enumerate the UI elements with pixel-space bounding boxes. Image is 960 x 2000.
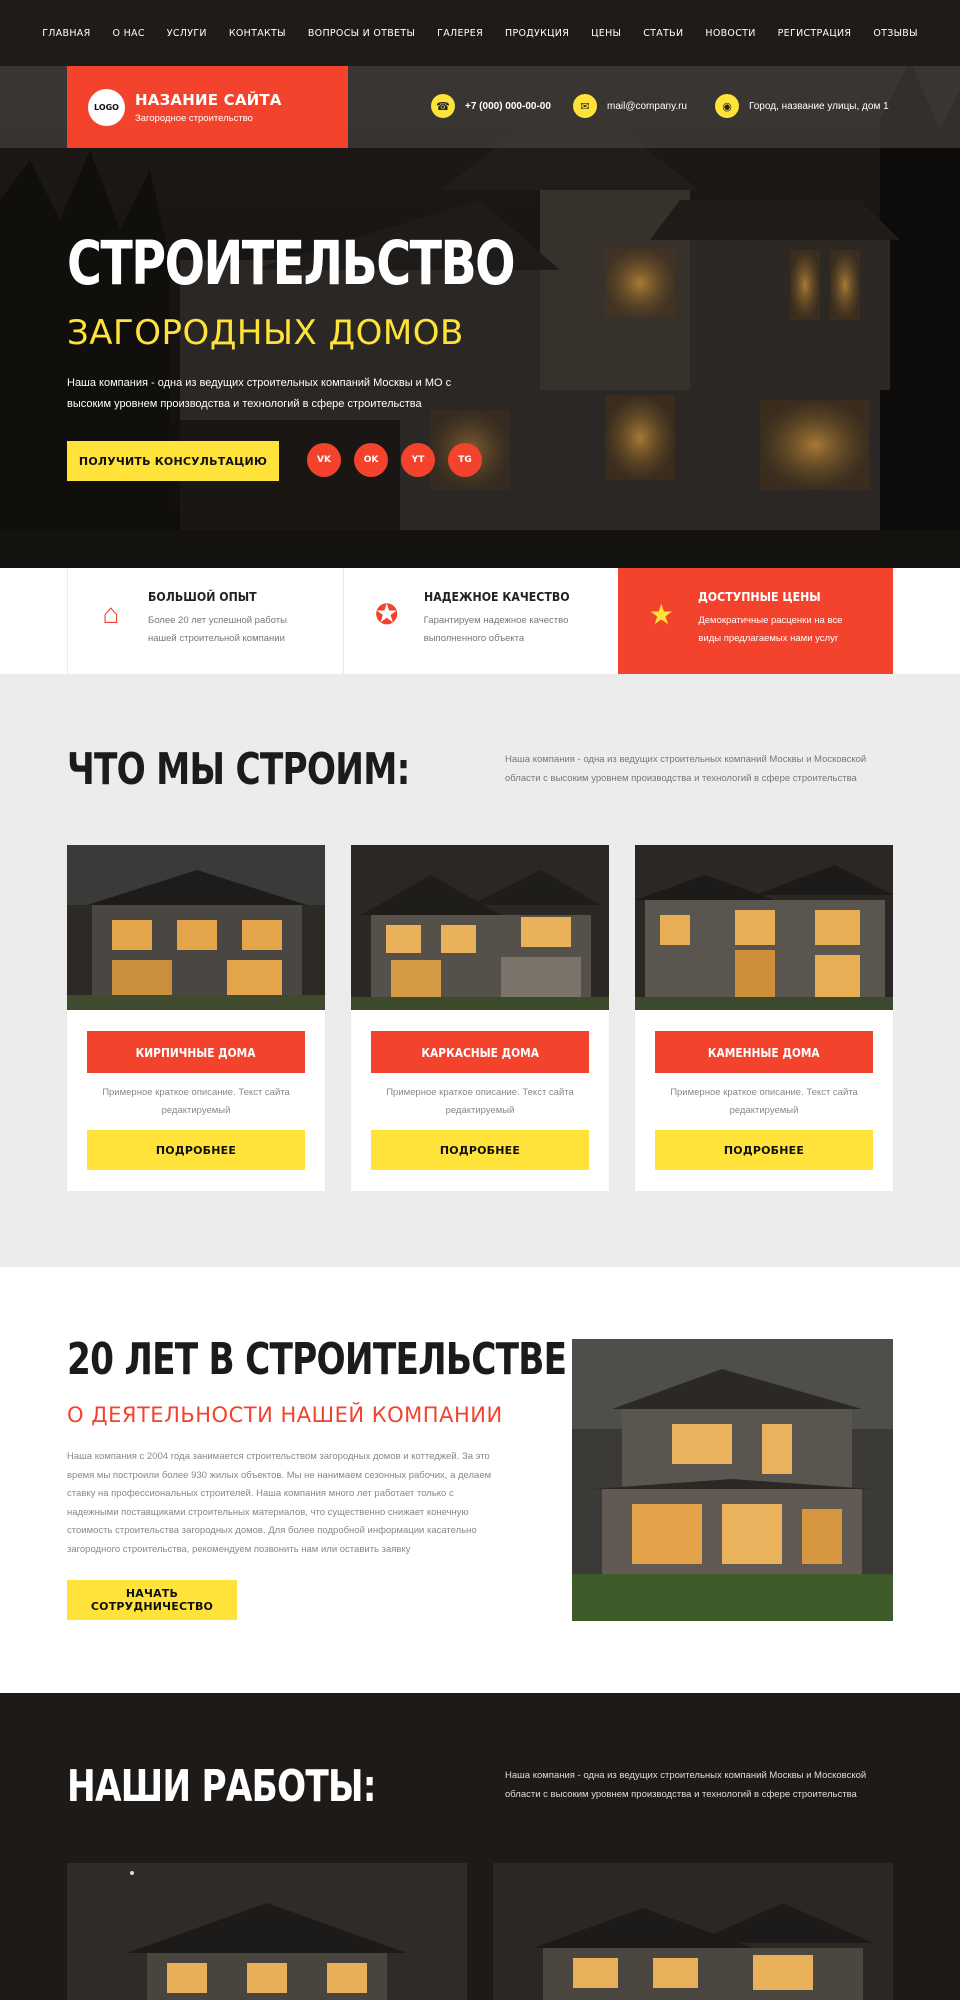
mail-icon: ✉ [573, 94, 597, 118]
phone-number: +7 (000) 000-00-00 [465, 100, 551, 112]
nav-item-about[interactable]: О нас [102, 28, 156, 39]
house-icon: ⌂ [102, 598, 120, 629]
nav-item-gallery[interactable]: Галерея [426, 28, 494, 39]
hero-title: СТРОИТЕЛЬСТВО [67, 228, 516, 299]
house-type-label: КАРКАСНЫЕ ДОМА [371, 1031, 589, 1073]
feature-title: БОЛЬШОЙ ОПЫТ [148, 589, 257, 604]
section-subtitle: О ДЕЯТЕЛЬНОСТИ НАШЕЙ КОМПАНИИ [67, 1403, 503, 1427]
award-icon: ✪ [374, 598, 399, 630]
nav-item-news[interactable]: Новости [694, 28, 766, 39]
more-button[interactable]: ПОДРОБНЕЕ [371, 1130, 589, 1170]
start-cooperation-button[interactable]: НАЧАТЬ СОТРУДНИЧЕСТВО [67, 1580, 237, 1620]
page: Главная О нас Услуги Контакты Вопросы и … [0, 0, 960, 2000]
feature-quality: ✪ НАДЕЖНОЕ КАЧЕСТВО Гарантируем надежное… [342, 568, 619, 674]
card-stone-houses: КАМЕННЫЕ ДОМА Примерное краткое описание… [635, 845, 893, 1191]
site-name: НАЗАНИЕ САЙТА [135, 90, 282, 109]
logo: LOGO [88, 88, 125, 126]
nav-item-contacts[interactable]: Контакты [218, 28, 297, 39]
get-consultation-button[interactable]: ПОЛУЧИТЬ КОНСУЛЬТАЦИЮ [67, 441, 279, 481]
stone-house-image [635, 845, 893, 1010]
features-strip: ⌂ БОЛЬШОЙ ОПЫТ Более 20 лет успешной раб… [67, 568, 894, 674]
feature-experience: ⌂ БОЛЬШОЙ ОПЫТ Более 20 лет успешной раб… [67, 568, 343, 674]
card-description: Примерное краткое описание. Текст сайта … [670, 1087, 858, 1116]
section-description: Наша компания - одна из ведущих строител… [505, 754, 867, 784]
site-tagline: Загородное строительство [135, 112, 253, 124]
section-title: НАШИ РАБОТЫ: [67, 1761, 377, 1812]
nav-item-prices[interactable]: Цены [580, 28, 632, 39]
card-description: Примерное краткое описание. Текст сайта … [386, 1087, 574, 1116]
section-title: 20 ЛЕТ В СТРОИТЕЛЬСТВЕ [67, 1334, 567, 1385]
phone-icon: ☎ [431, 94, 455, 118]
section-title: ЧТО МЫ СТРОИМ: [67, 744, 410, 795]
about-company-section: 20 ЛЕТ В СТРОИТЕЛЬСТВЕ О ДЕЯТЕЛЬНОСТИ НА… [0, 1267, 960, 1693]
location-icon: ◉ [715, 94, 739, 118]
feature-title: ДОСТУПНЫЕ ЦЕНЫ [698, 589, 822, 604]
site-logo-block[interactable]: LOGO НАЗАНИЕ САЙТА Загородное строительс… [67, 66, 348, 148]
work-image[interactable] [493, 1863, 893, 2000]
nav-item-home[interactable]: Главная [31, 28, 101, 39]
feature-prices: ★ ДОСТУПНЫЕ ЦЕНЫ Демократичные расценки … [618, 568, 894, 674]
card-brick-houses: КИРПИЧНЫЕ ДОМА Примерное краткое описани… [67, 845, 325, 1191]
more-button[interactable]: ПОДРОБНЕЕ [87, 1130, 305, 1170]
hero-subtitle: ЗАГОРОДНЫХ ДОМОВ [67, 313, 464, 353]
about-house-image [572, 1339, 893, 1621]
header-address: ◉ Город, название улицы, дом 1 [715, 94, 889, 118]
money-bag-icon: ★ [648, 598, 674, 630]
what-we-build-section: ЧТО МЫ СТРОИМ: Наша компания - одна из в… [0, 674, 960, 1267]
card-description: Примерное краткое описание. Текст сайта … [102, 1087, 290, 1116]
about-text: Наша компания с 2004 года занимается стр… [67, 1451, 492, 1555]
feature-title: НАДЕЖНОЕ КАЧЕСТВО [423, 589, 570, 604]
house-type-label: КАМЕННЫЕ ДОМА [655, 1031, 873, 1073]
nav-item-registration[interactable]: Регистрация [767, 28, 863, 39]
house-types-cards: КИРПИЧНЫЕ ДОМА Примерное краткое описани… [67, 845, 893, 1191]
youtube-icon[interactable]: YT [401, 443, 435, 477]
header-phone[interactable]: ☎ +7 (000) 000-00-00 [431, 94, 551, 118]
nav-item-reviews[interactable]: Отзывы [862, 28, 928, 39]
brick-house-image [67, 845, 325, 1010]
nav-item-products[interactable]: Продукция [494, 28, 580, 39]
card-frame-houses: КАРКАСНЫЕ ДОМА Примерное краткое описани… [351, 845, 609, 1191]
odnoklassniki-icon[interactable]: OK [354, 443, 388, 477]
section-description: Наша компания - одна из ведущих строител… [505, 1770, 867, 1800]
nav-item-services[interactable]: Услуги [156, 28, 218, 39]
our-works-section: НАШИ РАБОТЫ: Наша компания - одна из вед… [0, 1693, 960, 2000]
feature-desc: Более 20 лет успешной работы нашей строи… [148, 615, 287, 644]
hero-lead: Наша компания - одна из ведущих строител… [67, 377, 452, 410]
feature-desc: Гарантируем надежное качество выполненно… [423, 615, 569, 644]
address-text: Город, название улицы, дом 1 [749, 100, 889, 112]
top-navigation: Главная О нас Услуги Контакты Вопросы и … [0, 0, 960, 66]
hero-section: Главная О нас Услуги Контакты Вопросы и … [0, 0, 960, 568]
email-address: mail@company.ru [607, 100, 687, 112]
header-email[interactable]: ✉ mail@company.ru [573, 94, 687, 118]
nav-item-articles[interactable]: Статьи [632, 28, 694, 39]
work-image[interactable] [67, 1863, 467, 2000]
more-button[interactable]: ПОДРОБНЕЕ [655, 1130, 873, 1170]
vk-icon[interactable]: VK [307, 443, 341, 477]
feature-desc: Демократичные расценки на все виды предл… [698, 615, 843, 644]
house-type-label: КИРПИЧНЫЕ ДОМА [87, 1031, 305, 1073]
frame-house-image [351, 845, 609, 1010]
telegram-icon[interactable]: TG [448, 443, 482, 477]
social-links: VK OK YT TG [307, 443, 482, 477]
nav-item-faq[interactable]: Вопросы и ответы [297, 28, 426, 39]
